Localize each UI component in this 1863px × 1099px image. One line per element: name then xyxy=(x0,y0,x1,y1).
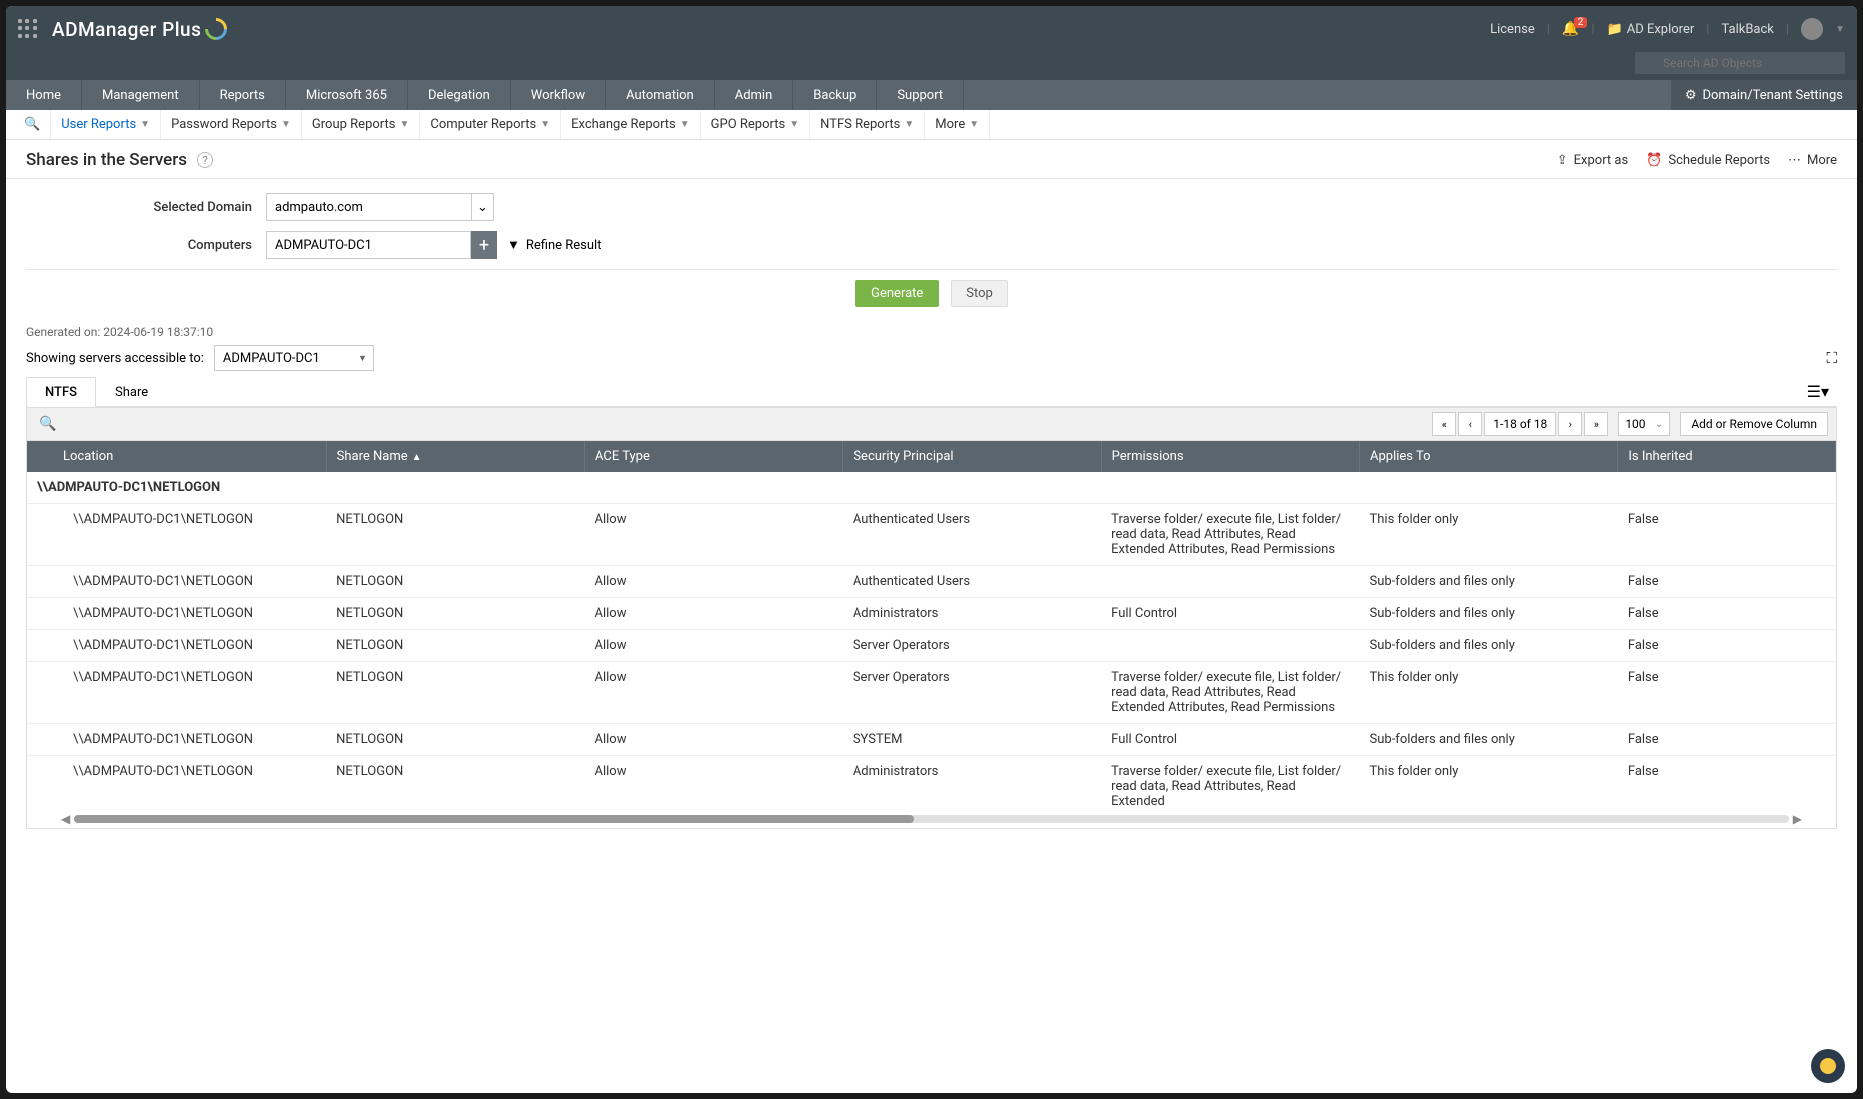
nav-admin[interactable]: Admin xyxy=(715,80,794,110)
col-security-principal[interactable]: Security Principal xyxy=(843,441,1101,472)
results-table: Location Share Name▲ ACE Type Security P… xyxy=(27,441,1836,806)
filter-form: Selected Domain admpauto.com⌄ Computers … xyxy=(6,179,1857,325)
col-applies-to[interactable]: Applies To xyxy=(1360,441,1618,472)
pager-prev[interactable]: ‹ xyxy=(1458,412,1482,436)
page-title: Shares in the Servers xyxy=(26,150,187,170)
pager-first[interactable]: « xyxy=(1432,412,1456,436)
subnav-ntfs-reports[interactable]: NTFS Reports▼ xyxy=(810,110,925,139)
clock-icon: ⏰ xyxy=(1646,153,1662,168)
chevron-down-icon: ⌄ xyxy=(471,194,493,220)
apps-grid-icon[interactable] xyxy=(18,19,38,39)
subnav-group-reports[interactable]: Group Reports▼ xyxy=(302,110,420,139)
table-row[interactable]: \\ADMPAUTO-DC1\NETLOGONNETLOGONAllowAdmi… xyxy=(27,598,1836,630)
stop-button[interactable]: Stop xyxy=(951,280,1008,307)
user-menu-chevron-icon[interactable]: ▼ xyxy=(1835,24,1845,35)
table-row[interactable]: \\ADMPAUTO-DC1\NETLOGONNETLOGONAllowAuth… xyxy=(27,566,1836,598)
top-header: ADManager Plus License | 🔔2 | 📁AD Explor… xyxy=(6,6,1857,52)
sort-asc-icon: ▲ xyxy=(412,452,422,463)
subnav-search-icon[interactable]: 🔍 xyxy=(14,110,51,139)
selected-domain-dropdown[interactable]: admpauto.com⌄ xyxy=(266,193,494,221)
subnav-more[interactable]: More▼ xyxy=(925,110,990,139)
col-share-name[interactable]: Share Name▲ xyxy=(326,441,584,472)
sub-nav: 🔍 User Reports▼ Password Reports▼ Group … xyxy=(6,110,1857,140)
add-remove-column-button[interactable]: Add or Remove Column xyxy=(1680,412,1828,436)
export-icon: ⇪ xyxy=(1557,153,1568,168)
more-icon: ⋯ xyxy=(1788,153,1801,168)
col-location[interactable]: Location xyxy=(27,441,326,472)
user-avatar-icon[interactable] xyxy=(1801,18,1823,40)
table-row[interactable]: \\ADMPAUTO-DC1\NETLOGONNETLOGONAllowSYST… xyxy=(27,724,1836,756)
nav-home[interactable]: Home xyxy=(6,80,82,110)
tab-share[interactable]: Share xyxy=(96,377,167,407)
nav-reports[interactable]: Reports xyxy=(200,80,286,110)
funnel-icon: ▼ xyxy=(507,237,520,253)
subnav-computer-reports[interactable]: Computer Reports▼ xyxy=(420,110,561,139)
table-row[interactable]: \\ADMPAUTO-DC1\NETLOGONNETLOGONAllowAuth… xyxy=(27,504,1836,566)
gear-icon: ⚙ xyxy=(1685,88,1697,103)
add-computer-button[interactable]: + xyxy=(471,231,497,259)
col-permissions[interactable]: Permissions xyxy=(1101,441,1359,472)
notifications-icon[interactable]: 🔔2 xyxy=(1562,21,1579,37)
table-row[interactable]: \\ADMPAUTO-DC1\NETLOGONNETLOGONAllowServ… xyxy=(27,630,1836,662)
talkback-link[interactable]: TalkBack xyxy=(1721,22,1773,37)
horizontal-scrollbar[interactable]: ◀ ▶ xyxy=(57,813,1806,825)
table-group-row[interactable]: \\ADMPAUTO-DC1\NETLOGON xyxy=(27,472,1836,504)
nav-workflow[interactable]: Workflow xyxy=(511,80,606,110)
domain-tenant-settings[interactable]: ⚙Domain/Tenant Settings xyxy=(1671,80,1857,110)
nav-backup[interactable]: Backup xyxy=(793,80,877,110)
showing-servers-label: Showing servers accessible to: xyxy=(26,351,204,366)
brand-logo: ADManager Plus xyxy=(52,18,227,41)
nav-delegation[interactable]: Delegation xyxy=(408,80,511,110)
subnav-user-reports[interactable]: User Reports▼ xyxy=(51,110,161,139)
page-header: Shares in the Servers ? ⇪Export as ⏰Sche… xyxy=(6,140,1857,179)
generate-button[interactable]: Generate xyxy=(855,280,939,307)
subnav-password-reports[interactable]: Password Reports▼ xyxy=(161,110,302,139)
col-ace-type[interactable]: ACE Type xyxy=(584,441,842,472)
export-as-button[interactable]: ⇪Export as xyxy=(1557,153,1628,168)
chat-icon xyxy=(1820,1058,1836,1074)
license-link[interactable]: License xyxy=(1490,22,1535,37)
table-row[interactable]: \\ADMPAUTO-DC1\NETLOGONNETLOGONAllowAdmi… xyxy=(27,756,1836,807)
pager-next[interactable]: › xyxy=(1558,412,1582,436)
pager-label: 1-18 of 18 xyxy=(1484,412,1556,436)
ad-explorer-link[interactable]: 📁AD Explorer xyxy=(1607,22,1695,37)
subnav-gpo-reports[interactable]: GPO Reports▼ xyxy=(701,110,810,139)
global-search-input[interactable] xyxy=(1635,52,1845,74)
computers-input[interactable] xyxy=(266,231,471,259)
column-settings-icon[interactable]: ☰▾ xyxy=(1799,378,1837,405)
help-icon[interactable]: ? xyxy=(197,152,213,168)
selected-domain-label: Selected Domain xyxy=(26,200,266,215)
col-is-inherited[interactable]: Is Inherited xyxy=(1618,441,1836,472)
page-size-dropdown[interactable]: 100⌄ xyxy=(1618,412,1670,436)
chevron-down-icon: ▼ xyxy=(140,119,150,130)
schedule-reports-button[interactable]: ⏰Schedule Reports xyxy=(1646,153,1770,168)
tab-ntfs[interactable]: NTFS xyxy=(26,377,96,407)
chat-fab-button[interactable] xyxy=(1811,1049,1845,1083)
nav-support[interactable]: Support xyxy=(877,80,964,110)
table-row[interactable]: \\ADMPAUTO-DC1\NETLOGONNETLOGONAllowServ… xyxy=(27,662,1836,724)
more-button[interactable]: ⋯More xyxy=(1788,153,1837,168)
generated-on-label: Generated on: 2024-06-19 18:37:10 xyxy=(26,325,1837,339)
table-search-icon[interactable]: 🔍 xyxy=(35,414,60,434)
refine-result-button[interactable]: ▼Refine Result xyxy=(507,237,601,253)
nav-management[interactable]: Management xyxy=(82,80,200,110)
main-nav: Home Management Reports Microsoft 365 De… xyxy=(6,80,1857,110)
expand-icon[interactable]: ⛶ xyxy=(1826,349,1837,367)
nav-microsoft365[interactable]: Microsoft 365 xyxy=(286,80,408,110)
server-filter-dropdown[interactable]: ADMPAUTO-DC1 xyxy=(214,345,374,371)
computers-label: Computers xyxy=(26,238,266,253)
subnav-exchange-reports[interactable]: Exchange Reports▼ xyxy=(561,110,701,139)
nav-automation[interactable]: Automation xyxy=(606,80,715,110)
pager-last[interactable]: » xyxy=(1584,412,1608,436)
